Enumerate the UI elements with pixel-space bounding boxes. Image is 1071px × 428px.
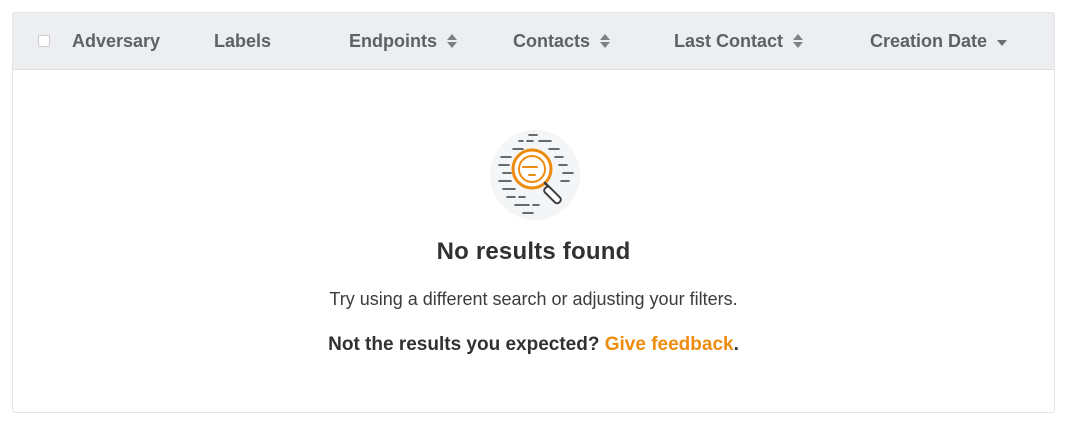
feedback-line: Not the results you expected? Give feedb… <box>13 334 1054 356</box>
column-label: Adversary <box>72 30 161 51</box>
column-label: Creation Date <box>870 30 988 51</box>
empty-state-title: No results found <box>436 238 631 265</box>
column-header-contacts[interactable]: Contacts <box>513 13 611 69</box>
sort-icon[interactable] <box>793 33 804 49</box>
column-label: Endpoints <box>349 30 437 51</box>
column-label: Labels <box>214 30 272 51</box>
column-header-endpoints[interactable]: Endpoints <box>349 13 457 69</box>
give-feedback-link[interactable]: Give feedback <box>605 334 734 355</box>
sort-icon[interactable] <box>600 33 611 49</box>
column-header-last-contact[interactable]: Last Contact <box>674 13 804 69</box>
column-header-creation-date[interactable]: Creation Date <box>870 13 1008 69</box>
magnifier-search-icon <box>489 129 581 221</box>
column-header-adversary[interactable]: Adversary <box>72 13 160 69</box>
table-header: Adversary Labels Endpoints Contacts Last… <box>13 13 1054 70</box>
column-label: Last Contact <box>674 30 784 51</box>
column-header-labels[interactable]: Labels <box>214 13 271 69</box>
sort-icon[interactable] <box>447 33 457 49</box>
column-label: Contacts <box>513 30 591 51</box>
feedback-prompt: Not the results you expected? <box>328 334 605 355</box>
empty-state-description: Try using a different search or adjustin… <box>329 289 738 309</box>
empty-state: No results found Try using a different s… <box>13 70 1054 412</box>
select-all-checkbox[interactable] <box>38 35 50 47</box>
sort-descending-icon[interactable] <box>997 40 1008 46</box>
feedback-suffix: . <box>733 334 739 355</box>
results-table: Adversary Labels Endpoints Contacts Last… <box>12 12 1055 413</box>
